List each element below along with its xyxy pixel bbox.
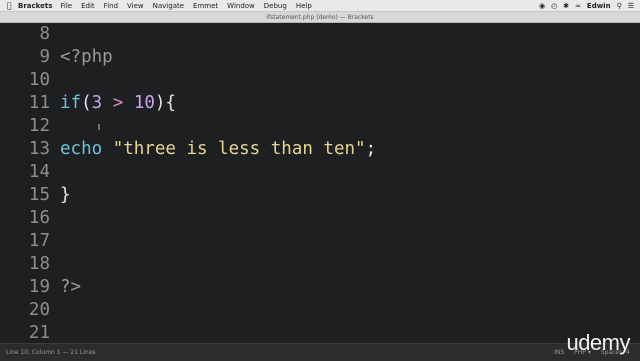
line-number: 18 bbox=[28, 254, 50, 274]
menu-item-view[interactable]: View bbox=[127, 2, 144, 10]
code-line[interactable]: 21 bbox=[0, 322, 640, 345]
code-editor[interactable]: 8 9 <?php 10 11 if(3 > 10){12 13 echo "three is… bbox=[0, 23, 640, 343]
status-bar: Line 10, Column 1 — 21 Lines INS PHP ▾ S… bbox=[0, 343, 640, 361]
menubar-status-area: ◉ ◴ ✱ ≈ Edwin ⚲ ☰ bbox=[539, 2, 640, 10]
code-line[interactable]: 11 if(3 > 10){ bbox=[0, 92, 640, 115]
code-line[interactable]: 18 bbox=[0, 253, 640, 276]
cursor-position: Line 10, Column 1 — 21 Lines bbox=[6, 349, 96, 356]
line-number: 21 bbox=[28, 323, 50, 343]
menu-item-edit[interactable]: Edit bbox=[81, 2, 95, 10]
line-code: echo "three is less than ten"; bbox=[60, 138, 376, 161]
window-title-bar: ifstatement.php (demo) — Brackets bbox=[0, 12, 640, 23]
list-icon[interactable]: ☰ bbox=[628, 2, 634, 10]
search-icon[interactable]: ⚲ bbox=[617, 2, 622, 10]
bluetooth-icon[interactable]: ✱ bbox=[563, 2, 569, 10]
line-number: 15 bbox=[28, 185, 50, 205]
code-line[interactable]: 16 bbox=[0, 207, 640, 230]
code-token: <?php bbox=[60, 47, 113, 67]
code-token: echo bbox=[60, 139, 103, 159]
code-line[interactable]: 20 bbox=[0, 299, 640, 322]
menu-item-debug[interactable]: Debug bbox=[264, 2, 287, 10]
code-line[interactable]: 13 echo "three is less than ten"; bbox=[0, 138, 640, 161]
line-number: 10 bbox=[28, 70, 50, 90]
line-code: ?> bbox=[60, 276, 81, 299]
wifi-icon[interactable]: ≈ bbox=[575, 2, 581, 10]
menu-item-file[interactable]: File bbox=[60, 2, 72, 10]
line-number: 16 bbox=[28, 208, 50, 228]
code-token: } bbox=[60, 185, 71, 205]
code-line[interactable]: 14 bbox=[0, 161, 640, 184]
menu-item-navigate[interactable]: Navigate bbox=[153, 2, 184, 10]
line-code: } bbox=[60, 184, 71, 207]
apple-icon[interactable]:  bbox=[0, 1, 18, 10]
code-token: > bbox=[112, 93, 124, 113]
record-icon[interactable]: ◉ bbox=[539, 2, 545, 10]
code-line[interactable]: 17 bbox=[0, 230, 640, 253]
line-number: 12 bbox=[28, 116, 50, 136]
menubar-user[interactable]: Edwin bbox=[587, 2, 611, 10]
line-number: 8 bbox=[39, 24, 50, 44]
code-token: "three is less than ten" bbox=[112, 139, 366, 159]
mouse-cursor-icon bbox=[98, 124, 100, 130]
line-code: <?php bbox=[60, 46, 113, 69]
insert-mode-toggle[interactable]: INS bbox=[554, 349, 564, 356]
code-token: ( bbox=[81, 93, 92, 113]
code-token: ; bbox=[365, 139, 377, 159]
code-token: 10 bbox=[133, 93, 155, 113]
menu-item-emmet[interactable]: Emmet bbox=[193, 2, 218, 10]
menu-item-find[interactable]: Find bbox=[104, 2, 118, 10]
window-title: ifstatement.php (demo) — Brackets bbox=[266, 13, 374, 21]
code-line[interactable]: 8 bbox=[0, 23, 640, 46]
line-number: 14 bbox=[28, 162, 50, 182]
code-line[interactable]: 9 <?php bbox=[0, 46, 640, 69]
udemy-watermark: udemy bbox=[566, 330, 630, 355]
code-line[interactable]: 12 bbox=[0, 115, 640, 138]
line-number: 13 bbox=[28, 139, 50, 159]
line-number: 20 bbox=[28, 300, 50, 320]
code-token: 3 bbox=[91, 93, 103, 113]
menu-item-window[interactable]: Window bbox=[227, 2, 255, 10]
line-number: 19 bbox=[28, 277, 50, 297]
code-line[interactable]: 19 ?> bbox=[0, 276, 640, 299]
line-code: if(3 > 10){ bbox=[60, 92, 176, 115]
menu-item-help[interactable]: Help bbox=[296, 2, 312, 10]
code-token: if bbox=[60, 93, 82, 113]
code-line[interactable]: 10 bbox=[0, 69, 640, 92]
line-number: 17 bbox=[28, 231, 50, 251]
menu-app-name[interactable]: Brackets bbox=[18, 2, 52, 10]
line-number: 9 bbox=[39, 47, 50, 67]
code-token: ?> bbox=[60, 277, 82, 297]
line-number: 11 bbox=[28, 93, 50, 113]
code-token: ){ bbox=[154, 93, 176, 113]
menu-bar:  Brackets File Edit Find View Navigate … bbox=[0, 0, 640, 12]
code-line[interactable]: 15} bbox=[0, 184, 640, 207]
clock-icon[interactable]: ◴ bbox=[551, 2, 557, 10]
